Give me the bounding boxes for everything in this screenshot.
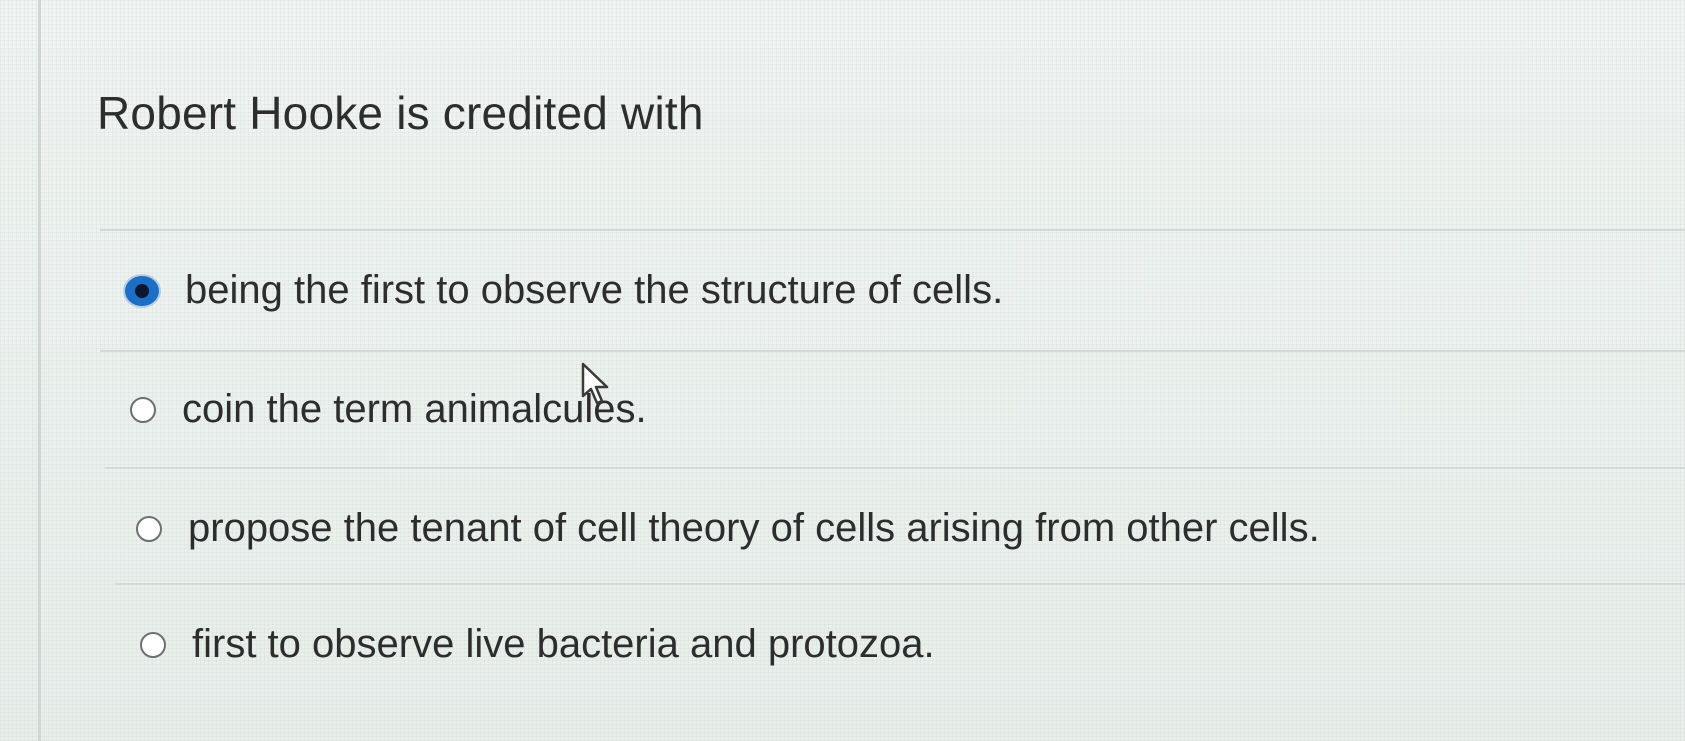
divider xyxy=(115,583,1685,585)
radio-unselected-icon[interactable] xyxy=(130,396,156,423)
divider xyxy=(100,350,1685,352)
answer-option-label: coin the term animalcules. xyxy=(182,387,647,431)
answer-option-label: propose the tenant of cell theory of cel… xyxy=(188,506,1320,550)
radio-selected-icon[interactable] xyxy=(125,275,159,306)
mouse-pointer-icon xyxy=(581,362,609,405)
divider-top xyxy=(100,229,1685,231)
answer-option-2[interactable]: coin the term animalcules. xyxy=(130,387,647,432)
question-text: Robert Hooke is credited with xyxy=(97,87,704,139)
left-border xyxy=(38,0,41,741)
radio-unselected-icon[interactable] xyxy=(140,631,166,658)
answer-option-1[interactable]: being the first to observe the structure… xyxy=(125,268,1003,313)
radio-unselected-icon[interactable] xyxy=(136,515,162,542)
divider xyxy=(105,467,1685,469)
answer-option-label: being the first to observe the structure… xyxy=(185,268,1004,312)
answer-option-3[interactable]: propose the tenant of cell theory of cel… xyxy=(136,506,1320,551)
answer-option-4[interactable]: first to observe live bacteria and proto… xyxy=(140,622,935,667)
answer-option-label: first to observe live bacteria and proto… xyxy=(192,622,935,666)
